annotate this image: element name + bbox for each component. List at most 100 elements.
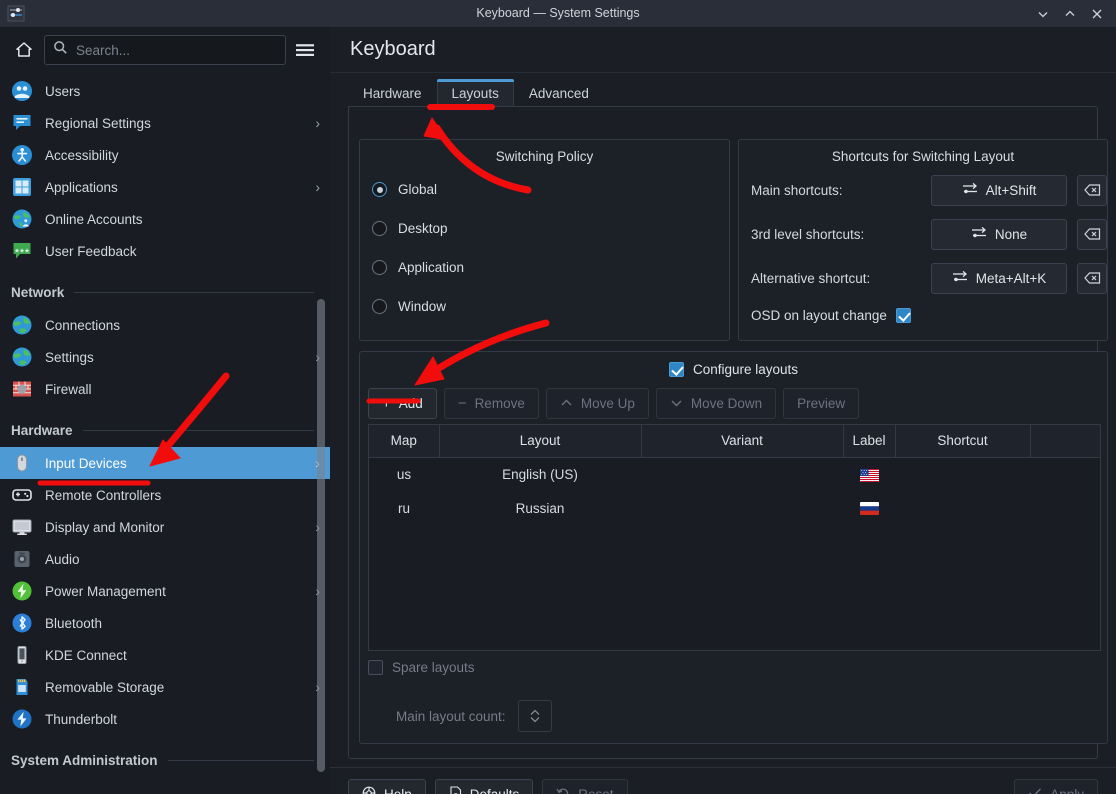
radio-window[interactable]: Window [360,287,729,326]
preview-button[interactable]: Preview [783,387,860,419]
table-row[interactable]: us English (US) [369,457,1100,491]
osd-on-layout-change-row[interactable]: OSD on layout change [739,300,1107,330]
sidebar-item-users[interactable]: Users [0,75,330,107]
main-layout-count-stepper[interactable] [517,700,552,732]
tab-hardware[interactable]: Hardware [348,79,437,107]
radio-global[interactable]: Global [360,170,729,209]
radio-indicator[interactable] [372,182,387,197]
online-accounts-icon [11,208,33,230]
main-shortcuts-clear-button[interactable] [1077,174,1107,206]
move-up-label: Move Up [580,395,635,411]
sidebar-item-input-devices[interactable]: Input Devices › [0,447,330,479]
sidebar: Search... Users Regional Settings › Acce… [0,27,330,794]
sidebar-item-accessibility[interactable]: Accessibility [0,139,330,171]
move-down-label: Move Down [690,395,763,411]
layouts-table[interactable]: Map Layout Variant Label Shortcut us Eng… [368,424,1101,651]
main-layout-count-row: Main layout count: [396,700,552,732]
sidebar-section-hardware: Hardware [0,413,330,447]
sidebar-item-label: Input Devices [45,455,127,471]
osd-checkbox[interactable] [895,307,911,323]
column-shortcut[interactable]: Shortcut [895,425,1031,458]
third-level-shortcuts-clear-button[interactable] [1077,218,1107,250]
sidebar-item-removable-storage[interactable]: Removable Storage › [0,671,330,703]
tab-label: Advanced [528,85,589,101]
configure-layouts-group: Configure layouts + Add − Remove Move Up [359,351,1108,744]
sidebar-item-label: Power Management [45,583,166,599]
third-level-shortcuts-button[interactable]: None [931,218,1067,250]
sidebar-item-online-accounts[interactable]: Online Accounts [0,203,330,235]
sidebar-item-connections[interactable]: Connections [0,309,330,341]
sidebar-section-system-administration: System Administration [0,743,330,777]
sidebar-nav-list[interactable]: Users Regional Settings › Accessibility … [0,73,330,794]
main-shortcuts-button[interactable]: Alt+Shift [931,174,1067,206]
reset-label: Reset [578,787,613,794]
defaults-button[interactable]: Defaults [434,778,534,794]
tab-bar[interactable]: Hardware Layouts Advanced [348,77,1098,107]
column-variant[interactable]: Variant [641,425,844,458]
gamepad-icon [11,484,33,506]
column-map[interactable]: Map [369,425,440,458]
shortcut-glyph-icon [971,226,987,242]
cell-label [843,491,895,525]
close-button[interactable] [1089,6,1105,22]
search-input[interactable]: Search... [44,35,286,65]
sidebar-item-kde-connect[interactable]: KDE Connect [0,639,330,671]
hamburger-menu-icon[interactable] [288,34,322,66]
radio-indicator[interactable] [372,221,387,236]
reset-button[interactable]: Reset [542,778,628,794]
radio-application[interactable]: Application [360,248,729,287]
minimize-button[interactable] [1035,6,1051,22]
clear-backspace-icon [1083,184,1100,196]
alternative-shortcut-button[interactable]: Meta+Alt+K [931,262,1067,294]
sidebar-item-user-feedback[interactable]: User Feedback [0,235,330,267]
configure-layouts-row[interactable]: Configure layouts [360,352,1107,386]
add-layout-button[interactable]: + Add [368,387,437,419]
home-icon[interactable] [8,34,40,66]
move-up-button[interactable]: Move Up [545,387,649,419]
third-level-shortcuts-label: 3rd level shortcuts: [751,226,865,242]
bluetooth-icon [11,612,33,634]
defaults-label: Defaults [470,787,520,794]
third-level-shortcuts-value: None [994,226,1028,242]
sidebar-item-regional-settings[interactable]: Regional Settings › [0,107,330,139]
sidebar-item-thunderbolt[interactable]: Thunderbolt [0,703,330,735]
sidebar-item-audio[interactable]: Audio [0,543,330,575]
sidebar-item-remote-controllers[interactable]: Remote Controllers [0,479,330,511]
search-placeholder: Search... [76,42,131,58]
radio-indicator[interactable] [372,299,387,314]
maximize-button[interactable] [1062,6,1078,22]
sidebar-scrollbar-thumb[interactable] [317,299,325,772]
radio-desktop[interactable]: Desktop [360,209,729,248]
sidebar-item-label: Firewall [45,381,92,397]
third-level-shortcuts-row: 3rd level shortcuts: None [739,212,1107,256]
monitor-icon [11,516,33,538]
radio-label: Desktop [398,221,448,236]
column-layout[interactable]: Layout [439,425,642,458]
sidebar-item-power-management[interactable]: Power Management › [0,575,330,607]
table-row[interactable]: ru Russian [369,491,1100,525]
move-down-button[interactable]: Move Down [655,387,777,419]
sidebar-item-bluetooth[interactable]: Bluetooth [0,607,330,639]
help-button[interactable]: Help [348,778,426,794]
apply-button[interactable]: Apply [1014,778,1098,794]
audio-icon [11,548,33,570]
sidebar-item-firewall[interactable]: Firewall [0,373,330,405]
sidebar-item-applications[interactable]: Applications › [0,171,330,203]
spare-layouts-checkbox[interactable] [368,660,383,675]
main-shortcuts-label: Main shortcuts: [751,182,843,198]
alternative-shortcut-clear-button[interactable] [1077,262,1107,294]
column-label[interactable]: Label [843,425,896,458]
mouse-icon [11,452,33,474]
remove-layout-button[interactable]: − Remove [443,387,539,419]
configure-layouts-checkbox[interactable] [668,361,684,377]
column-spacer[interactable] [1030,425,1100,458]
sidebar-item-label: Users [45,83,81,99]
radio-indicator[interactable] [372,260,387,275]
sidebar-item-label: User Feedback [45,243,137,259]
spare-layouts-row[interactable]: Spare layouts [368,660,475,675]
sidebar-item-label: Regional Settings [45,115,151,131]
sidebar-item-display-and-monitor[interactable]: Display and Monitor › [0,511,330,543]
sidebar-item-network-settings[interactable]: Settings › [0,341,330,373]
tab-advanced[interactable]: Advanced [514,79,604,107]
tab-layouts[interactable]: Layouts [436,79,515,107]
